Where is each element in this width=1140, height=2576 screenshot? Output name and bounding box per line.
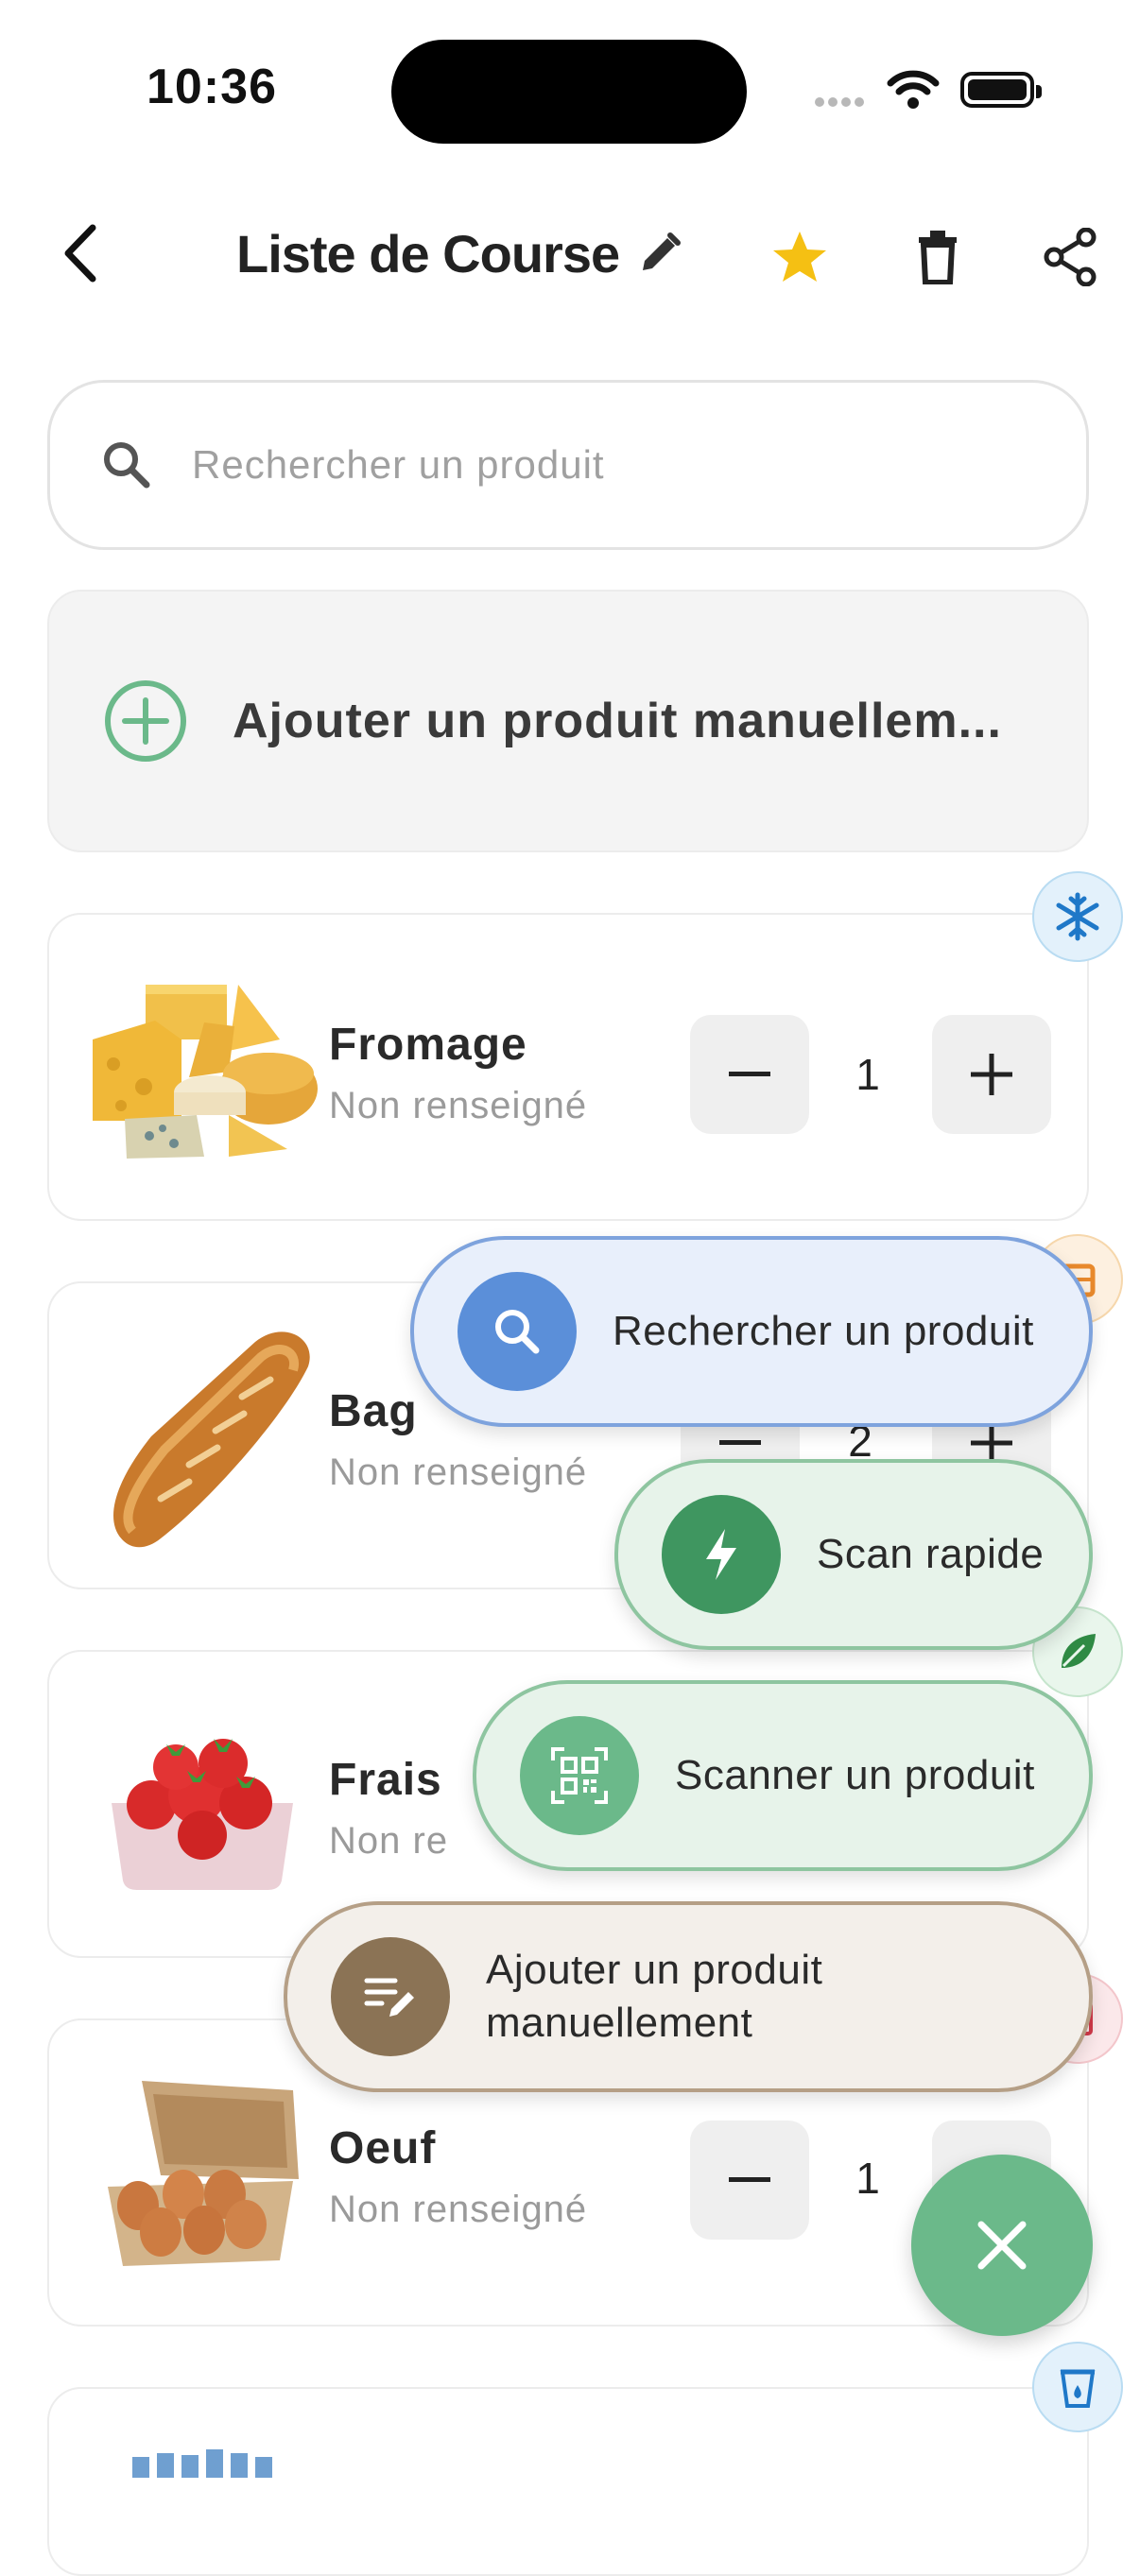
back-button[interactable]: [53, 215, 106, 291]
battery-icon: [960, 72, 1042, 108]
add-product-manually-label: Ajouter un produit manuellem...: [233, 694, 1002, 748]
quantity-value: 1: [855, 2154, 880, 2203]
status-time: 10:36: [147, 60, 277, 114]
increase-quantity-button[interactable]: [932, 1015, 1051, 1134]
product-subtitle: Non renseigné: [329, 2189, 588, 2230]
edit-list-icon: [331, 1937, 450, 2056]
share-button[interactable]: [1036, 221, 1104, 293]
fab-quick-scan-button[interactable]: Scan rapide: [614, 1459, 1093, 1650]
fab-scan-product-button[interactable]: Scanner un produit: [473, 1680, 1093, 1871]
plus-icon: [971, 1422, 1012, 1464]
minus-icon: [729, 2177, 770, 2182]
pencil-icon: [643, 232, 681, 270]
fab-search-product-button[interactable]: Rechercher un produit: [410, 1236, 1093, 1427]
fab-add-manually-label: Ajouter un produit manuellement: [486, 1944, 822, 2050]
fab-quick-scan-label: Scan rapide: [817, 1531, 1045, 1577]
cellular-signal-icon: [815, 94, 868, 112]
wifi-icon: [887, 68, 940, 114]
product-name: Frais: [329, 1755, 442, 1805]
decrease-quantity-button[interactable]: [690, 2121, 809, 2240]
decrease-quantity-button[interactable]: [690, 1015, 809, 1134]
lightning-icon: [662, 1495, 781, 1614]
share-icon: [1044, 228, 1097, 286]
qr-scan-icon: [520, 1716, 639, 1835]
plus-icon: [971, 1054, 1012, 1095]
baguette-image: [95, 1323, 321, 1554]
chevron-left-icon: [64, 224, 96, 283]
page-title: Liste de Course: [236, 224, 620, 283]
search-icon: [458, 1272, 577, 1391]
search-input[interactable]: [190, 441, 1026, 489]
category-drinks-badge: [1032, 2342, 1123, 2432]
search-icon: [104, 442, 150, 489]
star-icon: [773, 232, 826, 282]
cheese-image: [87, 973, 329, 1167]
minus-icon: [729, 1072, 770, 1076]
edit-title-button[interactable]: [631, 225, 688, 282]
fab-close-button[interactable]: [911, 2155, 1093, 2336]
favorite-button[interactable]: [766, 223, 834, 291]
quantity-value: 1: [855, 1050, 880, 1099]
delete-list-button[interactable]: [904, 221, 972, 293]
minus-icon: [719, 1440, 761, 1445]
category-frozen-badge: [1032, 871, 1123, 962]
fab-search-label: Rechercher un produit: [613, 1308, 1034, 1354]
trash-icon: [919, 231, 957, 284]
fab-add-manually-label-line2: manuellement: [486, 2000, 753, 2046]
fab-add-manually-button[interactable]: Ajouter un produit manuellement: [284, 1901, 1093, 2092]
product-subtitle: Non re: [329, 1820, 449, 1862]
search-bar[interactable]: [47, 380, 1089, 550]
snowflake-icon: [1056, 892, 1099, 941]
plus-circle-icon: [105, 680, 186, 762]
product-name: Bag: [329, 1386, 418, 1436]
product-name: Fromage: [329, 1020, 527, 1070]
add-product-manually-card[interactable]: Ajouter un produit manuellem...: [47, 590, 1089, 852]
product-subtitle: Non renseigné: [329, 1085, 588, 1126]
product-name: Oeuf: [329, 2123, 437, 2173]
eggs-image: [104, 2073, 304, 2273]
strawberry-image: [104, 1714, 301, 1895]
water-bottles-image: [129, 2446, 280, 2482]
fab-add-manually-label-line1: Ajouter un produit: [486, 1947, 823, 1993]
cup-icon: [1060, 2369, 1096, 2408]
product-subtitle: Non renseigné: [329, 1451, 588, 1493]
dynamic-island: [391, 40, 747, 144]
fab-scan-label: Scanner un produit: [675, 1752, 1035, 1798]
close-icon: [977, 2221, 1027, 2270]
leaf-icon: [1062, 1634, 1096, 1668]
